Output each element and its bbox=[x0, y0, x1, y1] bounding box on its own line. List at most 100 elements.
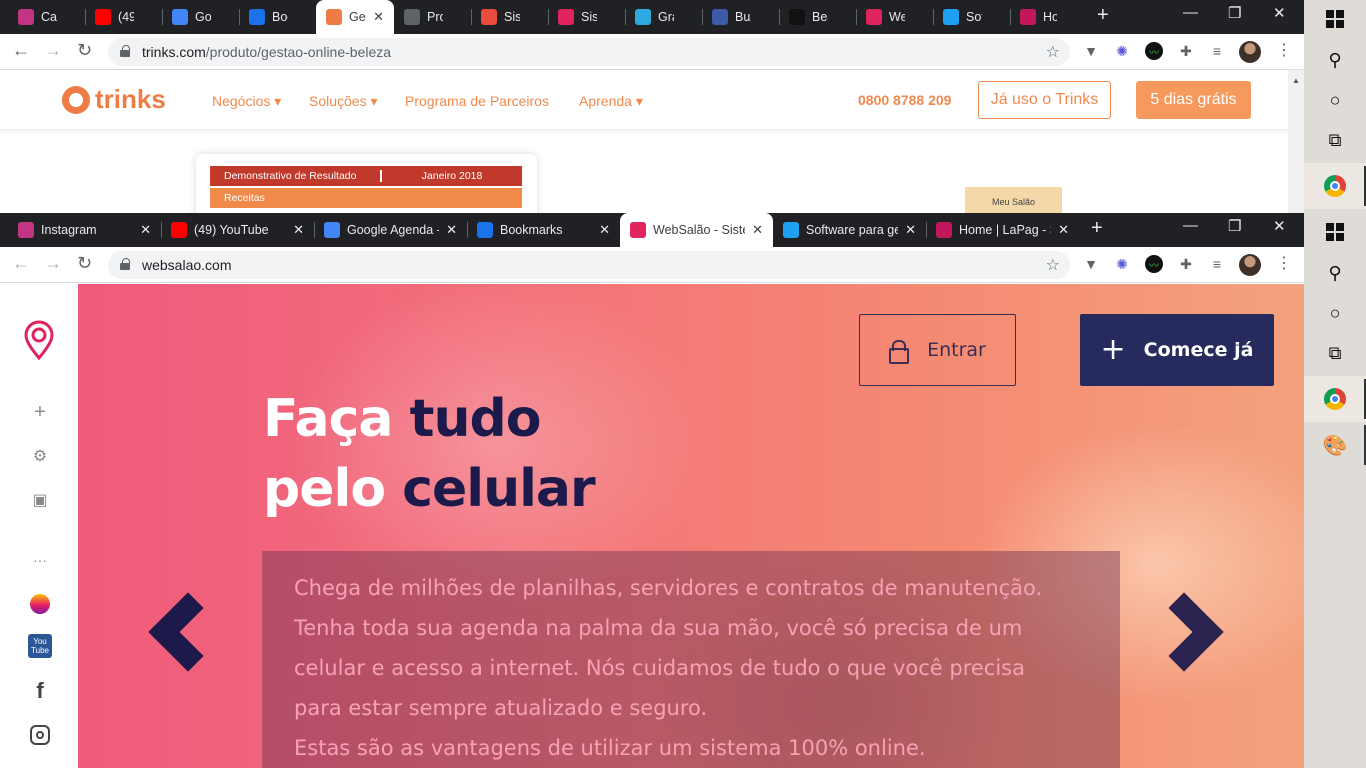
browser-tab[interactable]: Software para ge ✕ bbox=[773, 213, 926, 247]
reload-icon[interactable]: ↻ bbox=[77, 40, 92, 61]
add-icon[interactable]: + bbox=[28, 400, 52, 424]
browser-tab[interactable]: Instagram ✕ bbox=[8, 213, 161, 247]
gear-extension-icon[interactable]: ✺ bbox=[1113, 42, 1131, 60]
more-dots-icon[interactable]: ··· bbox=[28, 548, 52, 572]
browser-tab[interactable]: Softwa bbox=[933, 0, 1010, 34]
forward-icon[interactable]: → bbox=[44, 40, 62, 61]
menu-programa-parceiros[interactable]: Programa de Parceiros bbox=[405, 93, 549, 109]
vpn-extension-icon[interactable]: ▼ bbox=[1082, 255, 1100, 273]
windows-start-icon[interactable] bbox=[1322, 219, 1348, 245]
cortana-icon[interactable]: ○ bbox=[1322, 300, 1348, 326]
puzzle-extensions-icon[interactable]: ✚ bbox=[1177, 255, 1195, 273]
menu-kebab-icon[interactable]: ⋮ bbox=[1276, 253, 1292, 273]
close-window-icon[interactable]: ✕ bbox=[1273, 4, 1286, 22]
browser-tab[interactable]: Beauty bbox=[779, 0, 856, 34]
menu-solucoes[interactable]: Soluções ▾ bbox=[309, 93, 378, 110]
close-tab-icon[interactable]: ✕ bbox=[905, 222, 916, 238]
browser-tab[interactable]: WebSa bbox=[856, 0, 933, 34]
media-control-icon[interactable]: ≡ bbox=[1208, 255, 1226, 273]
browser-tab[interactable]: Home bbox=[1010, 0, 1085, 34]
chrome-icon[interactable] bbox=[1322, 386, 1348, 412]
monitor-extension-icon[interactable]: 〰 bbox=[1145, 42, 1163, 60]
gear-extension-icon[interactable]: ✺ bbox=[1113, 255, 1131, 273]
url-text[interactable]: websalao.com bbox=[142, 257, 232, 273]
browser-tab[interactable]: Ges ✕ bbox=[316, 0, 394, 34]
browser-tab[interactable]: Google bbox=[162, 0, 239, 34]
address-bar[interactable]: websalao.com ☆ bbox=[108, 251, 1070, 279]
vpn-extension-icon[interactable]: ▼ bbox=[1082, 42, 1100, 60]
youtube-icon[interactable]: You Tube bbox=[28, 634, 52, 658]
task-view-icon[interactable]: ⧉ bbox=[1322, 340, 1348, 366]
new-tab-icon[interactable]: + bbox=[1091, 217, 1103, 240]
windows-start-icon[interactable] bbox=[1322, 6, 1348, 32]
search-icon[interactable]: ⚲ bbox=[1322, 47, 1348, 73]
reload-icon[interactable]: ↻ bbox=[77, 253, 92, 274]
cortana-icon[interactable]: ○ bbox=[1322, 87, 1348, 113]
close-tab-icon[interactable]: ✕ bbox=[599, 222, 610, 238]
tab-title: Instagram bbox=[41, 223, 97, 237]
close-tab-icon[interactable]: ✕ bbox=[140, 222, 151, 238]
menu-negocios[interactable]: Negócios ▾ bbox=[212, 93, 281, 110]
url-text[interactable]: trinks.com/produto/gestao-online-beleza bbox=[142, 44, 391, 60]
close-tab-icon[interactable]: ✕ bbox=[752, 222, 763, 238]
free-trial-button[interactable]: 5 dias grátis bbox=[1136, 81, 1251, 119]
browser-tab[interactable]: Caixa d bbox=[8, 0, 85, 34]
browser-tab[interactable]: Progra bbox=[394, 0, 471, 34]
back-icon[interactable]: ← bbox=[12, 40, 30, 61]
browser-tab[interactable]: (49) Yo bbox=[85, 0, 162, 34]
profile-avatar[interactable] bbox=[1239, 254, 1261, 276]
gears-icon[interactable]: ⚙ bbox=[28, 444, 52, 468]
comece-ja-button[interactable]: + Comece já bbox=[1080, 314, 1274, 386]
close-tab-icon[interactable]: ✕ bbox=[373, 9, 384, 25]
tab-title: Google Agenda - bbox=[347, 223, 439, 237]
money-icon[interactable]: ▣ bbox=[28, 488, 52, 512]
minimize-icon[interactable]: — bbox=[1183, 4, 1198, 21]
browser-tab[interactable]: BuzzLe bbox=[702, 0, 779, 34]
bookmark-star-icon[interactable]: ☆ bbox=[1046, 255, 1060, 275]
browser-tab[interactable]: WebSalão - Siste ✕ bbox=[620, 213, 773, 247]
puzzle-extensions-icon[interactable]: ✚ bbox=[1177, 42, 1195, 60]
facebook-icon[interactable]: f bbox=[28, 678, 52, 703]
minimize-icon[interactable]: — bbox=[1183, 217, 1198, 234]
browser-tab[interactable]: (49) YouTube ✕ bbox=[161, 213, 314, 247]
app-circle-icon[interactable] bbox=[28, 592, 52, 616]
back-icon[interactable]: ← bbox=[12, 253, 30, 274]
close-tab-icon[interactable]: ✕ bbox=[293, 222, 304, 238]
instagram-icon[interactable] bbox=[28, 723, 52, 747]
browser-tab[interactable]: Bookm bbox=[239, 0, 316, 34]
browser-tab[interactable]: Sistem bbox=[548, 0, 625, 34]
browser-tab[interactable]: Google Agenda - ✕ bbox=[314, 213, 467, 247]
phone-number[interactable]: 0800 8788 209 bbox=[858, 92, 951, 108]
close-tab-icon[interactable]: ✕ bbox=[1058, 222, 1069, 238]
task-view-icon[interactable]: ⧉ bbox=[1322, 127, 1348, 153]
paint-icon[interactable]: 🎨 bbox=[1322, 432, 1348, 458]
tab-title: WebSa bbox=[889, 10, 905, 24]
restore-icon[interactable]: ❐ bbox=[1228, 4, 1241, 22]
menu-aprenda[interactable]: Aprenda ▾ bbox=[579, 93, 643, 110]
restore-icon[interactable]: ❐ bbox=[1228, 217, 1241, 235]
profile-avatar[interactable] bbox=[1239, 41, 1261, 63]
close-tab-icon[interactable]: ✕ bbox=[446, 222, 457, 238]
page-scrollbar[interactable]: ▲ bbox=[1288, 70, 1304, 213]
menu-kebab-icon[interactable]: ⋮ bbox=[1276, 40, 1292, 60]
media-control-icon[interactable]: ≡ bbox=[1208, 42, 1226, 60]
scroll-up-icon[interactable]: ▲ bbox=[1292, 76, 1300, 85]
address-bar[interactable]: trinks.com/produto/gestao-online-beleza … bbox=[108, 38, 1070, 66]
browser-tab[interactable]: Sistem bbox=[471, 0, 548, 34]
entrar-button[interactable]: Entrar bbox=[859, 314, 1016, 386]
new-tab-icon[interactable]: + bbox=[1097, 4, 1109, 27]
trinks-logo[interactable]: trinks bbox=[62, 84, 166, 115]
forward-icon[interactable]: → bbox=[44, 253, 62, 274]
monitor-extension-icon[interactable]: 〰 bbox=[1145, 255, 1163, 273]
close-window-icon[interactable]: ✕ bbox=[1273, 217, 1286, 235]
chrome-icon[interactable] bbox=[1322, 173, 1348, 199]
login-button[interactable]: Já uso o Trinks bbox=[978, 81, 1111, 119]
websalao-logo-icon[interactable] bbox=[23, 320, 55, 360]
search-icon[interactable]: ⚲ bbox=[1322, 260, 1348, 286]
browser-tab[interactable]: Bookmarks ✕ bbox=[467, 213, 620, 247]
carousel-next-icon[interactable] bbox=[1144, 592, 1224, 672]
bookmark-star-icon[interactable]: ☆ bbox=[1046, 42, 1060, 62]
browser-tab[interactable]: Home | LaPag - S ✕ bbox=[926, 213, 1079, 247]
carousel-prev-icon[interactable] bbox=[148, 592, 228, 672]
browser-tab[interactable]: Granat bbox=[625, 0, 702, 34]
